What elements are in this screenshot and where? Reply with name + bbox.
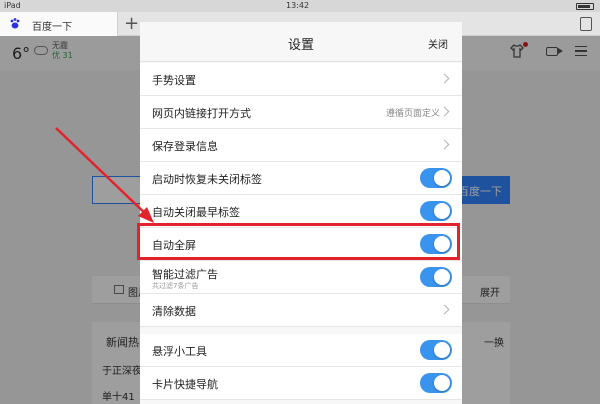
setting-floating-widget: 悬浮小工具 bbox=[140, 334, 462, 367]
carrier-label: iPad bbox=[4, 1, 21, 10]
toggle-knob bbox=[434, 375, 450, 391]
setting-label: 智能过滤广告 bbox=[152, 268, 218, 281]
tab-baidu[interactable]: 百度一下 bbox=[0, 12, 118, 36]
setting-gesture[interactable]: 手势设置 bbox=[140, 63, 462, 96]
toggle-knob bbox=[434, 342, 450, 358]
highlight-box bbox=[137, 223, 460, 260]
setting-save-login[interactable]: 保存登录信息 bbox=[140, 129, 462, 162]
toggle-knob bbox=[434, 203, 450, 219]
restore-tabs-toggle[interactable] bbox=[420, 168, 452, 188]
toggle-knob bbox=[434, 269, 450, 285]
baidu-paw-icon bbox=[10, 18, 20, 29]
setting-label: 自动关闭最早标签 bbox=[152, 206, 240, 219]
setting-label: 保存登录信息 bbox=[152, 140, 218, 153]
auto-close-tabs-toggle[interactable] bbox=[420, 201, 452, 221]
setting-restore-tabs: 启动时恢复未关闭标签 bbox=[140, 162, 462, 195]
chevron-right-icon bbox=[439, 106, 450, 117]
toggle-knob bbox=[434, 170, 450, 186]
tabs-overview-icon[interactable] bbox=[580, 17, 592, 31]
clock: 13:42 bbox=[286, 1, 310, 10]
tab-title: 百度一下 bbox=[32, 22, 72, 33]
settings-modal: 设置 关闭 手势设置 网页内链接打开方式 遵循页面定义 保存登录信息 启动时恢复… bbox=[140, 22, 462, 404]
setting-sublabel: 共过滤7条广告 bbox=[152, 282, 199, 290]
modal-header: 设置 关闭 bbox=[140, 22, 462, 62]
modal-title: 设置 bbox=[287, 38, 314, 53]
setting-label: 手势设置 bbox=[152, 74, 196, 87]
setting-clear-data[interactable]: 清除数据 bbox=[140, 294, 462, 327]
setting-ad-filter: 智能过滤广告 共过滤7条广告 bbox=[140, 261, 462, 294]
floating-widget-toggle[interactable] bbox=[420, 340, 452, 360]
setting-label: 卡片快捷导航 bbox=[152, 378, 218, 391]
setting-value: 遵循页面定义 bbox=[385, 109, 440, 119]
setting-label: 网页内链接打开方式 bbox=[152, 107, 251, 120]
new-tab-button[interactable]: + bbox=[124, 13, 139, 34]
setting-card-navigation: 卡片快捷导航 bbox=[140, 367, 462, 400]
chevron-right-icon bbox=[439, 304, 450, 315]
setting-link-open-mode[interactable]: 网页内链接打开方式 遵循页面定义 bbox=[140, 96, 462, 129]
chevron-right-icon bbox=[439, 73, 450, 84]
setting-label: 悬浮小工具 bbox=[152, 345, 207, 358]
setting-label: 启动时恢复未关闭标签 bbox=[152, 173, 262, 186]
chevron-right-icon bbox=[439, 139, 450, 150]
status-bar: iPad 13:42 bbox=[0, 0, 600, 12]
card-navigation-toggle[interactable] bbox=[420, 373, 452, 393]
setting-label: 清除数据 bbox=[152, 305, 196, 318]
battery-icon bbox=[576, 3, 594, 10]
ad-filter-toggle[interactable] bbox=[420, 267, 452, 287]
close-button[interactable]: 关闭 bbox=[428, 36, 448, 51]
